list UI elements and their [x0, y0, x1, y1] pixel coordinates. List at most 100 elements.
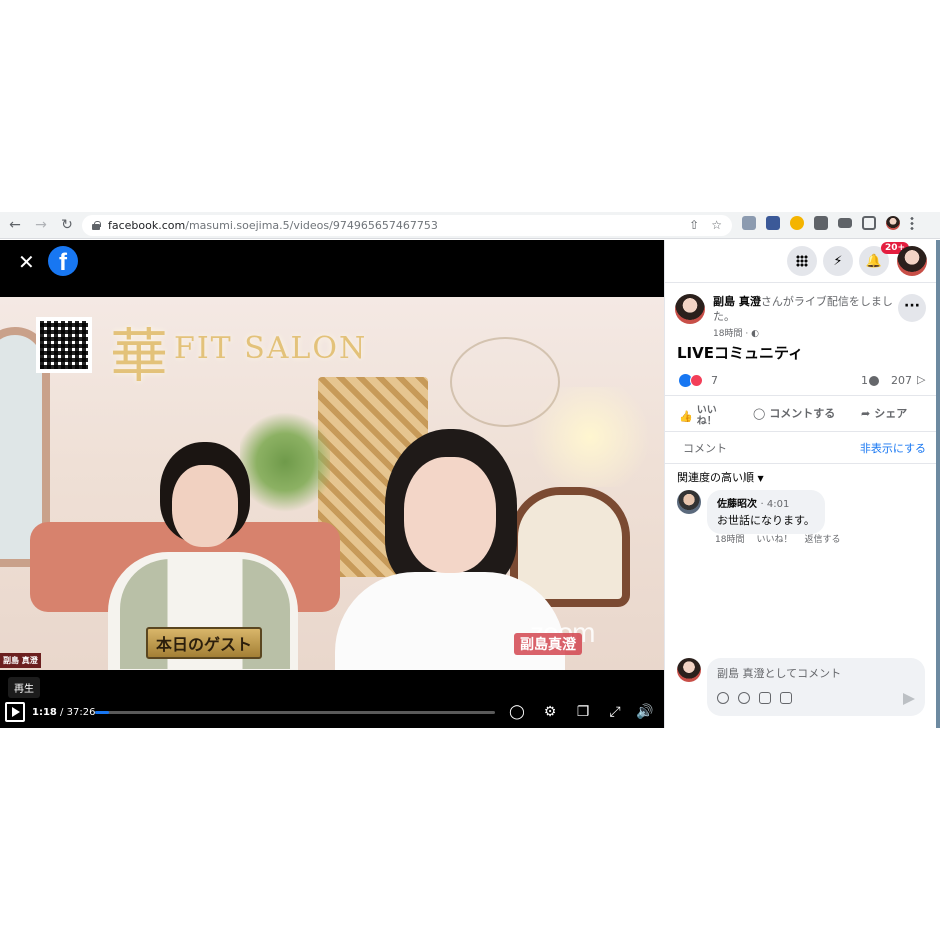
- like-button[interactable]: 👍 いいね！: [679, 405, 719, 427]
- thumbs-up-icon: 👍: [679, 409, 693, 423]
- back-icon[interactable]: ←: [4, 214, 26, 236]
- share-label: シェア: [874, 407, 908, 420]
- camera-icon[interactable]: [759, 692, 771, 704]
- time-display: 1:18 / 37:26: [32, 707, 96, 718]
- comment-reply-link[interactable]: 返信する: [804, 532, 840, 545]
- side-panel-icon[interactable]: [862, 216, 876, 230]
- code-extension-icon[interactable]: [742, 216, 756, 230]
- sticker-icon[interactable]: [780, 692, 792, 704]
- forward-icon[interactable]: →: [30, 214, 52, 236]
- colorful-extension-icon[interactable]: [790, 216, 804, 230]
- progress-bar[interactable]: [95, 711, 495, 714]
- logo-text: FIT SALON: [174, 331, 368, 366]
- post-title: LIVEコミュニティ: [677, 344, 804, 362]
- video-viewer: ✕ f 華FIT SALON 本日のゲスト zoom 副島真澄 副島 真澄: [0, 240, 664, 728]
- divider: [665, 431, 940, 432]
- avatar-sticker-icon[interactable]: [717, 692, 729, 704]
- progress-fill: [95, 711, 109, 714]
- speech-bubble-icon[interactable]: ◯: [508, 703, 526, 721]
- commenter-name[interactable]: 佐藤昭次: [717, 499, 757, 510]
- comment-bubble: 佐藤昭次 · 4:01 お世話になります。: [707, 490, 825, 534]
- video-frame[interactable]: 華FIT SALON 本日のゲスト zoom 副島真澄 副島 真澄: [0, 297, 664, 670]
- qr-code: [36, 317, 92, 373]
- like-label: いいね！: [696, 405, 717, 427]
- url-host: facebook.com: [108, 219, 186, 232]
- account-avatar[interactable]: [897, 246, 927, 276]
- puzzle-icon[interactable]: [814, 216, 828, 230]
- play-count-icon: ▷: [917, 373, 926, 386]
- author-avatar[interactable]: [675, 294, 705, 324]
- globe-icon: ◐: [751, 329, 759, 339]
- author-name[interactable]: 副島 真澄: [713, 295, 761, 308]
- sort-label: 関連度の高い順: [677, 471, 754, 484]
- share-icon[interactable]: ⇧: [689, 218, 699, 232]
- bookmark-star-icon[interactable]: ☆: [711, 218, 722, 232]
- post-sidebar: ⚡ 🔔 20+ 副島 真澄さんがライブ配信をしました。 18時間 · ◐ ···…: [664, 240, 940, 728]
- url-path: /masumi.soejima.5/videos/974965657467753: [185, 219, 438, 232]
- menu-kebab-icon[interactable]: [910, 216, 914, 230]
- comment-button[interactable]: ◯ コメントする: [753, 405, 835, 421]
- corner-label: 副島 真澄: [0, 653, 41, 668]
- view-count[interactable]: 207: [891, 374, 912, 387]
- comment-input[interactable]: 副島 真澄としてコメント: [707, 658, 925, 716]
- chandelier: [450, 337, 560, 427]
- address-bar[interactable]: facebook.com /masumi.soejima.5/videos/97…: [82, 215, 732, 236]
- fullscreen-icon[interactable]: ⤢: [606, 703, 624, 721]
- post-author-line: 副島 真澄さんがライブ配信をしました。: [713, 294, 903, 324]
- divider: [665, 282, 940, 283]
- reaction-summary: 7 1 207 ▷: [677, 373, 929, 389]
- comments-tab[interactable]: コメント: [683, 440, 727, 456]
- bell-icon: 🔔: [865, 253, 883, 269]
- comment-bubble-icon: ◯: [753, 406, 766, 420]
- composer-tools: [717, 692, 792, 704]
- facebook-topbar: ⚡ 🔔 20+: [665, 240, 940, 282]
- composer-avatar[interactable]: [677, 658, 701, 682]
- share-button[interactable]: ➦ シェア: [861, 405, 907, 421]
- screenshot-stage: ← → ↻ facebook.com /masumi.soejima.5/vid…: [0, 0, 940, 940]
- post-time[interactable]: 18時間 · ◐: [713, 326, 759, 339]
- comment-timestamp[interactable]: 4:01: [767, 499, 789, 510]
- grid-icon: [796, 255, 808, 267]
- commenter-avatar[interactable]: [677, 490, 701, 514]
- reload-icon[interactable]: ↻: [56, 214, 78, 236]
- guest-face: [172, 465, 238, 547]
- facebook-extension-icon[interactable]: [766, 216, 780, 230]
- extensions-bar: [742, 216, 914, 230]
- url-actions: ⇧ ☆: [689, 218, 722, 232]
- caret-down-icon: ▼: [757, 474, 764, 483]
- menu-grid-button[interactable]: [787, 246, 817, 276]
- plant: [240, 407, 330, 517]
- comment-label: コメントする: [769, 407, 836, 420]
- comment-time[interactable]: 18時間: [715, 532, 744, 545]
- picture-in-picture-icon[interactable]: ❐: [574, 703, 592, 721]
- share-arrow-icon: ➦: [861, 406, 871, 420]
- comment-placeholder: 副島 真澄としてコメント: [717, 667, 842, 680]
- salon-logo: 華 FIT SALON: [110, 309, 367, 393]
- logo-kanji: 華: [110, 322, 169, 390]
- gear-icon[interactable]: ⚙: [541, 703, 559, 721]
- host-face: [404, 457, 496, 573]
- sort-dropdown[interactable]: 関連度の高い順 ▼: [677, 469, 764, 485]
- messenger-button[interactable]: ⚡: [823, 246, 853, 276]
- comment-like-link[interactable]: いいね！: [756, 532, 792, 545]
- comment-count-icon: [869, 376, 879, 386]
- more-options-button[interactable]: ···: [898, 294, 926, 322]
- comment-count[interactable]: 1: [861, 374, 868, 387]
- send-icon[interactable]: [903, 693, 915, 705]
- divider: [665, 463, 940, 464]
- comment-actions: 18時間 いいね！ 返信する: [715, 532, 840, 545]
- guest-caption: 本日のゲスト: [146, 627, 263, 659]
- volume-icon[interactable]: 🔊: [636, 703, 654, 721]
- close-icon[interactable]: ✕: [18, 252, 35, 272]
- post-time-text: 18時間 ·: [713, 329, 749, 339]
- reaction-count[interactable]: 7: [711, 374, 718, 387]
- profile-avatar[interactable]: [886, 216, 900, 230]
- comment-text: お世話になります。: [717, 514, 815, 527]
- emoji-icon[interactable]: [738, 692, 750, 704]
- messenger-icon: ⚡: [833, 253, 843, 269]
- facebook-logo-icon[interactable]: f: [48, 246, 78, 276]
- hide-comments-link[interactable]: 非表示にする: [860, 440, 926, 456]
- reading-list-icon[interactable]: [838, 218, 852, 228]
- host-caption: 副島真澄: [514, 633, 582, 655]
- play-button[interactable]: [5, 702, 25, 722]
